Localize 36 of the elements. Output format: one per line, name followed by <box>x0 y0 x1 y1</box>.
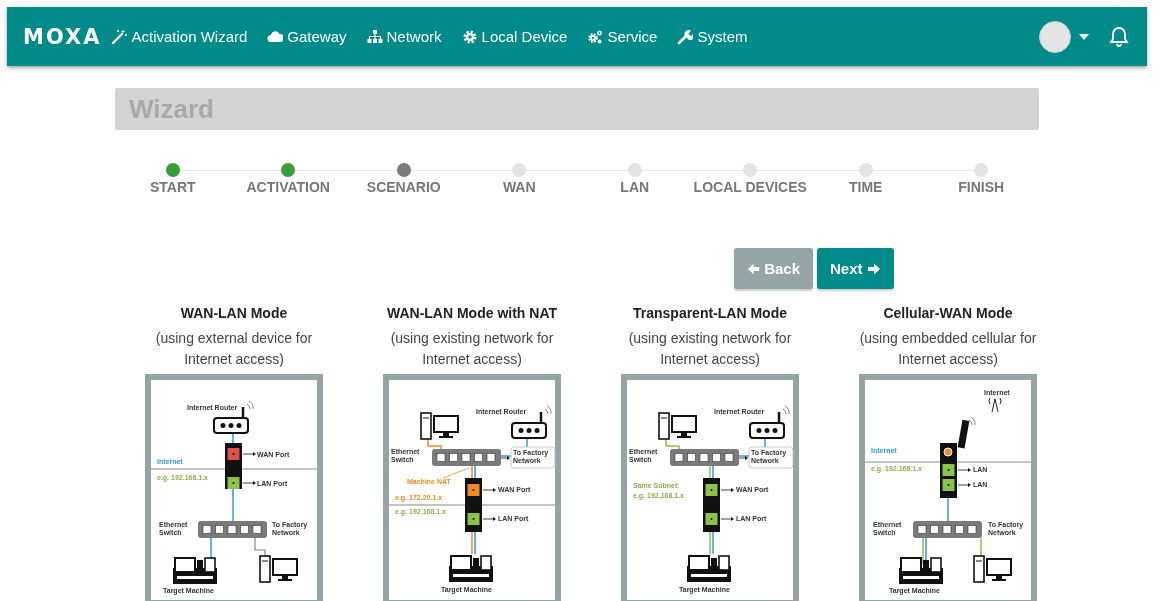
sitemap-icon <box>366 28 383 45</box>
bell-icon[interactable] <box>1109 26 1129 47</box>
step-label: ACTIVATION <box>246 179 330 195</box>
nav-link[interactable]: Local Device <box>461 28 568 45</box>
step-label: SCENARIO <box>366 179 441 195</box>
wand-icon <box>111 28 128 45</box>
step-label: LOCAL DEVICES <box>693 179 807 195</box>
logo[interactable]: MOXA <box>23 24 102 49</box>
wrench-icon <box>677 28 694 45</box>
mode-title: WAN-LAN Mode <box>180 305 288 321</box>
nav-link[interactable]: Network <box>366 28 442 45</box>
cloud-icon <box>267 28 284 45</box>
step-label: WAN <box>502 179 536 195</box>
arrow-right-icon <box>866 261 881 276</box>
arrow-left-icon <box>747 261 761 276</box>
gears-icon <box>587 28 604 45</box>
mode-title: Transparent-LAN Mode <box>633 305 787 321</box>
step-label: LAN <box>620 179 650 195</box>
mode-title: Cellular-WAN Mode <box>883 305 1013 321</box>
mode-description: (using existing network for Internet access) <box>627 329 793 369</box>
mode-description: (using external device for Internet access) <box>154 329 314 369</box>
mode-description: (using embedded cellular for Internet access) <box>858 329 1038 369</box>
caret-icon[interactable] <box>1079 33 1089 40</box>
avatar[interactable] <box>1039 20 1071 53</box>
nav-link[interactable]: Gateway <box>267 28 347 45</box>
next-button[interactable]: Next <box>817 248 894 289</box>
mode-description: (using existing network for Internet access) <box>389 329 555 369</box>
nav-link[interactable]: Service <box>587 28 658 45</box>
back-button[interactable]: Back <box>734 248 813 289</box>
step-label: START <box>149 179 196 195</box>
step-label: TIME <box>849 179 883 195</box>
step-label: FINISH <box>958 179 1005 195</box>
nav-link[interactable]: Activation Wizard <box>111 28 248 45</box>
gear-icon <box>461 28 478 45</box>
mode-title: WAN-LAN Mode with NAT <box>386 305 557 321</box>
nav-link[interactable]: System <box>677 28 748 45</box>
